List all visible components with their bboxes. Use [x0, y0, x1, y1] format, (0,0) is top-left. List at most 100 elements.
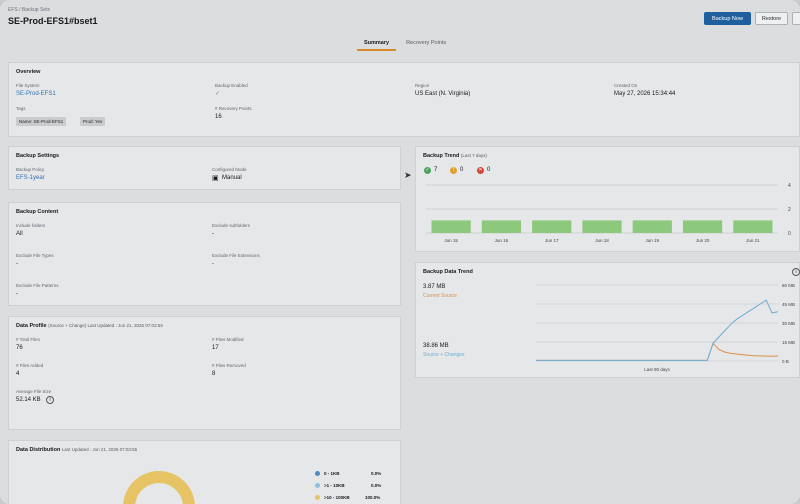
trend-bar [582, 220, 622, 233]
trend-bar [733, 220, 773, 233]
info-icon[interactable]: i [46, 396, 54, 404]
data-distribution-title: Data Distribution Last Updated : Jun 21,… [16, 447, 137, 453]
configured-mode-label: Configured Mode [212, 167, 247, 172]
include-folders-label: Include folders [16, 223, 46, 228]
data-profile-heading: Data Profile [16, 323, 47, 329]
x-tick-label: Jun 20 [696, 238, 710, 243]
include-folders-value: All [16, 231, 23, 237]
overview-card: Overview File System SE-Prod-EFS1 Backup… [8, 62, 800, 137]
files-removed-label: # Files Removed [212, 363, 246, 368]
exclude-file-extensions-label: Exclude File Extensions [212, 253, 260, 258]
files-added-label: # Files Added [16, 363, 44, 368]
trend-bar [431, 220, 471, 233]
total-files-value: 76 [16, 345, 23, 351]
y-tick-label: 15 MB [782, 340, 795, 345]
configured-mode-value: Manual [222, 175, 242, 181]
restore-button[interactable]: Restore [755, 12, 788, 25]
file-system-link[interactable]: SE-Prod-EFS1 [16, 91, 56, 97]
success-count: 7 [434, 167, 438, 173]
x-tick-label: Jun 16 [495, 238, 509, 243]
file-system-label: File System [16, 83, 40, 88]
legend-label-1-10kb: >1 - 10KB [324, 483, 345, 488]
data-distribution-card: Data Distribution Last Updated : Jun 21,… [8, 440, 401, 504]
tab-recovery-points[interactable]: Recovery Points [406, 40, 446, 51]
legend-pct-0-1kb: 0.0% [371, 471, 382, 476]
legend-pct-1-10kb: 0.0% [371, 483, 382, 488]
series-line [536, 342, 778, 361]
exclude-file-extensions-value: - [212, 261, 214, 267]
recovery-points-label: # Recovery Points [215, 106, 252, 111]
files-removed-value: 8 [212, 371, 216, 377]
files-modified-label: # Files Modified [212, 337, 244, 342]
legend-pct-10-100kb: 100.0% [365, 495, 381, 500]
y-tick-label: 2 [788, 207, 791, 213]
exclude-file-patterns-label: Exclude File Patterns [16, 283, 59, 288]
data-profile-card: Data Profile (Source + Change) Last Upda… [8, 316, 401, 430]
trend-bar [682, 220, 723, 233]
backup-trend-heading: Backup Trend [423, 153, 460, 159]
backup-content-title: Backup Content [16, 209, 59, 215]
avg-file-size-label: Average File Size [16, 389, 52, 394]
legend-dot-0-1kb [315, 471, 320, 476]
backup-policy-label: Backup Policy [16, 167, 45, 172]
data-profile-subtitle: (Source + Change) Last Updated : Jun 21,… [48, 323, 163, 328]
trend-bar [481, 220, 522, 233]
x-tick-label: Jun 17 [545, 238, 559, 243]
mouse-cursor-icon: ➤ [404, 170, 412, 180]
backup-policy-link[interactable]: EFS-1year [16, 175, 45, 181]
x-tick-label: Jun 15 [444, 238, 458, 243]
legend-label-10-100kb: >10 - 100KB [324, 495, 350, 500]
created-on-label: Created On [614, 83, 638, 88]
tag-chip: Prod: Yes [80, 117, 106, 126]
y-tick-label: 0 [788, 231, 791, 237]
more-actions-button[interactable] [792, 12, 800, 25]
exclude-subfolders-value: - [212, 231, 214, 237]
legend-dot-1-10kb [315, 483, 320, 488]
exclude-file-types-value: - [16, 261, 18, 267]
x-tick-label: Jun 18 [595, 238, 609, 243]
page-header: EFS / Backup Sets SE-Prod-EFS1#bset1 [8, 7, 98, 26]
backup-now-button[interactable]: Backup Now [704, 12, 751, 25]
avg-file-size-value: 52.14 KB [16, 397, 41, 403]
calendar-icon: ▣ [212, 175, 219, 182]
app-frame: EFS / Backup Sets SE-Prod-EFS1#bset1 Bac… [0, 0, 800, 504]
trend-bar [532, 220, 572, 233]
trend-bar [632, 220, 672, 233]
failed-icon: ✕ [477, 167, 484, 174]
tab-bar: Summary Recovery Points [357, 40, 446, 51]
y-tick-label: 30 MB [782, 321, 795, 326]
created-on-value: May 27, 2026 15:34:44 [614, 91, 676, 97]
legend-dot-10-100kb [315, 495, 320, 500]
tags-label: Tags [16, 106, 26, 111]
warning-count: 0 [460, 167, 464, 173]
y-tick-label: 0 B [782, 359, 789, 364]
data-distribution-heading: Data Distribution [16, 447, 61, 453]
tag-chip: Name: SE-Prod-EFS1 [16, 117, 67, 126]
y-tick-label: 45 MB [782, 302, 795, 307]
page-title: SE-Prod-EFS1#bset1 [8, 16, 98, 26]
data-profile-title: Data Profile (Source + Change) Last Upda… [16, 323, 163, 329]
series-line [536, 299, 779, 361]
breadcrumb[interactable]: EFS / Backup Sets [8, 7, 98, 13]
region-value: US East (N. Virginia) [415, 91, 471, 97]
distribution-donut [123, 471, 195, 504]
region-label: Region [415, 83, 430, 88]
backup-trend-title: Backup Trend (Last 7 days) [423, 153, 487, 159]
backup-content-card: Backup Content Include folders All Exclu… [8, 202, 401, 306]
tab-summary[interactable]: Summary [357, 40, 397, 51]
exclude-subfolders-label: Exclude subfolders [212, 223, 251, 228]
overview-title: Overview [16, 69, 41, 75]
exclude-file-patterns-value: - [16, 291, 18, 297]
backup-data-trend-chart: 60 MB 45 MB 30 MB 15 MB 0 B Last 90 days [536, 283, 795, 372]
backup-data-trend-card: Backup Data Trend i 3.87 MB Current Sour… [415, 262, 800, 378]
donut-slice-10-100kb [123, 471, 195, 504]
backup-enabled-label: Backup Enabled [215, 83, 248, 88]
files-modified-value: 17 [212, 345, 219, 351]
backup-trend-subtitle: (Last 7 days) [460, 153, 487, 158]
backup-settings-card: Backup Settings Backup Policy EFS-1year … [8, 146, 401, 190]
backup-enabled-check-icon: ✓ [215, 91, 221, 97]
x-tick-label: Jun 21 [746, 238, 760, 243]
backup-trend-chart: 4 2 0 Jun 15 Jun 16 Jun 17 Jun 18 Jun 19 Jun 20 J… [426, 183, 791, 243]
backup-trend-card: Backup Trend (Last 7 days) ✓ 7 ! 0 ✕ 0 4… [415, 146, 800, 252]
files-added-value: 4 [16, 371, 20, 377]
